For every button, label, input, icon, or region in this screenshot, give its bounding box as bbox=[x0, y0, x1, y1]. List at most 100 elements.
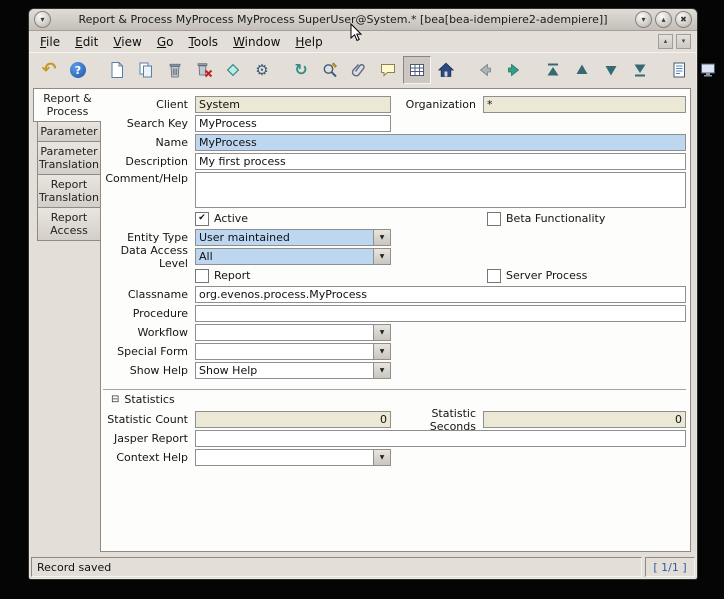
back-button[interactable] bbox=[471, 56, 499, 84]
entity-type-label: Entity Type bbox=[103, 231, 195, 244]
form-row: Data Access Level All ▼ bbox=[103, 247, 686, 266]
window-menu-icon: ▾ bbox=[40, 16, 44, 24]
tab-report-process[interactable]: Report & Process bbox=[33, 88, 101, 122]
menu-file[interactable]: File bbox=[33, 33, 67, 51]
preference-button[interactable]: ⚙ bbox=[248, 56, 276, 84]
maximize-icon: ▴ bbox=[661, 16, 665, 24]
special-form-value bbox=[196, 344, 373, 359]
procedure-field[interactable] bbox=[195, 305, 686, 322]
menu-help[interactable]: Help bbox=[288, 33, 329, 51]
beta-functionality-checkbox[interactable] bbox=[487, 212, 501, 226]
close-button[interactable]: ✖ bbox=[675, 11, 692, 28]
form-row: ✔ Active Beta Functionality bbox=[103, 209, 686, 228]
chat-button[interactable] bbox=[374, 56, 402, 84]
dropdown-arrow-icon[interactable]: ▼ bbox=[373, 363, 390, 378]
tab-parameter[interactable]: Parameter bbox=[37, 121, 101, 142]
tab-strip: Report & Process Parameter Parameter Tra… bbox=[31, 88, 101, 552]
form-row: Special Form ▼ bbox=[103, 342, 686, 361]
menu-overflow-up-icon[interactable]: ▴ bbox=[658, 34, 673, 49]
next-record-button[interactable] bbox=[597, 56, 625, 84]
first-record-icon bbox=[544, 61, 562, 79]
window-content: Report & Process Parameter Parameter Tra… bbox=[29, 87, 697, 556]
titlebar[interactable]: ▾ Report & Process MyProcess MyProcess S… bbox=[29, 9, 697, 31]
next-record-icon bbox=[602, 61, 620, 79]
dropdown-arrow-icon[interactable]: ▼ bbox=[373, 249, 390, 264]
dropdown-arrow-icon[interactable]: ▼ bbox=[373, 230, 390, 245]
active-label: Active bbox=[214, 212, 248, 225]
tab-parameter-translation[interactable]: Parameter Translation bbox=[37, 141, 101, 175]
client-label: Client bbox=[103, 98, 195, 111]
tab-report-access[interactable]: Report Access bbox=[37, 207, 101, 241]
report-button[interactable] bbox=[665, 56, 693, 84]
refresh-icon: ↻ bbox=[294, 62, 307, 78]
tab-report-translation[interactable]: Report Translation bbox=[37, 174, 101, 208]
menu-window[interactable]: Window bbox=[226, 33, 287, 51]
beta-functionality-checkbox-group: Beta Functionality bbox=[487, 212, 605, 226]
undo-button[interactable]: ↶ bbox=[35, 56, 63, 84]
data-access-level-combo[interactable]: All ▼ bbox=[195, 248, 391, 265]
forward-arrow-icon bbox=[505, 61, 523, 79]
context-help-value bbox=[196, 450, 373, 465]
last-record-button[interactable] bbox=[626, 56, 654, 84]
new-record-icon bbox=[108, 61, 126, 79]
previous-record-button[interactable] bbox=[568, 56, 596, 84]
find-button[interactable] bbox=[316, 56, 344, 84]
maximize-button[interactable]: ▴ bbox=[655, 11, 672, 28]
server-process-checkbox[interactable] bbox=[487, 269, 501, 283]
archive-button[interactable] bbox=[694, 56, 722, 84]
first-record-button[interactable] bbox=[539, 56, 567, 84]
dropdown-arrow-icon[interactable]: ▼ bbox=[373, 450, 390, 465]
form-row: Procedure bbox=[103, 304, 686, 323]
multi-row-toggle-button[interactable] bbox=[403, 56, 431, 84]
form-row: Search Key MyProcess bbox=[103, 114, 686, 133]
form-row: Context Help ▼ bbox=[103, 448, 686, 467]
active-checkbox[interactable]: ✔ bbox=[195, 212, 209, 226]
help-button[interactable]: ? bbox=[64, 56, 92, 84]
back-arrow-icon bbox=[476, 61, 494, 79]
entity-type-combo[interactable]: User maintained ▼ bbox=[195, 229, 391, 246]
search-key-field[interactable]: MyProcess bbox=[195, 115, 391, 132]
classname-field[interactable]: org.evenos.process.MyProcess bbox=[195, 286, 686, 303]
gear-icon: ⚙ bbox=[255, 63, 268, 78]
window-controls: ▾ ▴ ✖ bbox=[635, 11, 692, 28]
attachment-button[interactable] bbox=[345, 56, 373, 84]
save-button[interactable] bbox=[219, 56, 247, 84]
menu-go[interactable]: Go bbox=[150, 33, 181, 51]
show-help-combo[interactable]: Show Help ▼ bbox=[195, 362, 391, 379]
comment-help-field[interactable] bbox=[195, 172, 686, 208]
copy-record-button[interactable] bbox=[132, 56, 160, 84]
toolbar: ↶ ? bbox=[29, 52, 697, 87]
forward-button[interactable] bbox=[500, 56, 528, 84]
home-button[interactable] bbox=[432, 56, 460, 84]
delete-record-button[interactable] bbox=[161, 56, 189, 84]
form-row: Statistic Count 0 Statistic Seconds 0 bbox=[103, 410, 686, 429]
menu-tools[interactable]: Tools bbox=[181, 33, 225, 51]
undo-icon: ↶ bbox=[41, 61, 56, 79]
classname-label: Classname bbox=[103, 288, 195, 301]
report-checkbox[interactable] bbox=[195, 269, 209, 283]
menu-edit[interactable]: Edit bbox=[68, 33, 105, 51]
window-menu-button[interactable]: ▾ bbox=[34, 11, 51, 28]
context-help-combo[interactable]: ▼ bbox=[195, 449, 391, 466]
description-field[interactable]: My first process bbox=[195, 153, 686, 170]
name-field[interactable]: MyProcess bbox=[195, 134, 686, 151]
copy-record-icon bbox=[137, 61, 155, 79]
refresh-button[interactable]: ↻ bbox=[287, 56, 315, 84]
statistics-group-header[interactable]: ⊟ Statistics bbox=[103, 389, 686, 407]
statusbar: Record saved [ 1/1 ] bbox=[29, 556, 697, 579]
minimize-button[interactable]: ▾ bbox=[635, 11, 652, 28]
menu-view[interactable]: View bbox=[106, 33, 148, 51]
special-form-combo[interactable]: ▼ bbox=[195, 343, 391, 360]
dropdown-arrow-icon[interactable]: ▼ bbox=[373, 344, 390, 359]
save-icon bbox=[224, 61, 242, 79]
server-process-label: Server Process bbox=[506, 269, 587, 282]
new-record-button[interactable] bbox=[103, 56, 131, 84]
context-help-label: Context Help bbox=[103, 451, 195, 464]
dropdown-arrow-icon[interactable]: ▼ bbox=[373, 325, 390, 340]
jasper-report-field[interactable] bbox=[195, 430, 686, 447]
collapse-icon[interactable]: ⊟ bbox=[111, 395, 119, 405]
workflow-combo[interactable]: ▼ bbox=[195, 324, 391, 341]
delete-selection-button[interactable] bbox=[190, 56, 218, 84]
minimize-icon: ▾ bbox=[641, 16, 645, 24]
menu-overflow-down-icon[interactable]: ▾ bbox=[676, 34, 691, 49]
